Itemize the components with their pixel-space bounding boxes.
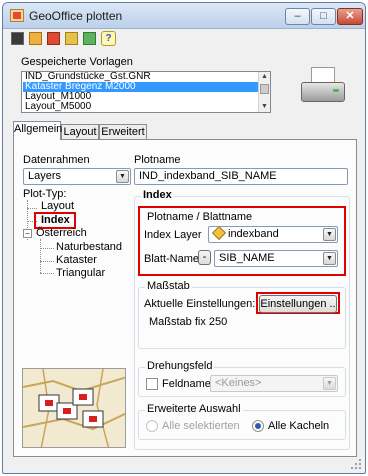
tree-item-kataster[interactable]: Kataster: [56, 254, 97, 266]
delete-layout-icon[interactable]: [29, 32, 42, 45]
feldname-checkbox[interactable]: [146, 378, 158, 390]
template-item[interactable]: Layout_M5000: [23, 102, 258, 112]
save-icon[interactable]: [11, 32, 24, 45]
index-layer-label: Index Layer: [144, 229, 202, 241]
alle-kacheln-label: Alle Kacheln: [268, 420, 330, 432]
massstab-scale-text: Maßstab fix 250: [149, 316, 228, 328]
massstab-title: Maßstab: [145, 280, 192, 292]
datenrahmen-value: Layers: [28, 170, 62, 182]
index-preview-map-icon: [23, 369, 125, 447]
index-layer-select[interactable]: indexband ▼: [208, 226, 338, 243]
auswahl-title: Erweiterte Auswahl: [145, 403, 243, 415]
refresh-icon[interactable]: [83, 32, 96, 45]
feldname-label: Feldname: [162, 378, 211, 390]
index-layer-value: indexband: [228, 228, 279, 240]
chevron-down-icon[interactable]: ▼: [323, 228, 336, 241]
close-button[interactable]: ✕: [337, 8, 363, 25]
window-title: GeoOffice plotten: [29, 9, 123, 23]
tree-item-layout[interactable]: Layout: [41, 200, 74, 212]
maximize-button[interactable]: □: [311, 8, 336, 25]
scroll-down-icon[interactable]: ▼: [259, 102, 270, 112]
templates-label: Gespeicherte Vorlagen: [21, 56, 133, 68]
plot-type-tree[interactable]: Layout Index − Österreich Naturbestand K…: [20, 196, 128, 364]
radio-alle-kacheln[interactable]: [252, 420, 264, 432]
scroll-thumb[interactable]: [260, 84, 269, 94]
datenrahmen-select[interactable]: Layers ▼: [23, 168, 131, 185]
datenrahmen-label: Datenrahmen: [23, 154, 90, 166]
minimize-button[interactable]: ‒: [285, 8, 310, 25]
tree-item-index[interactable]: Index: [41, 214, 70, 226]
radio-alle-selektierten[interactable]: [146, 420, 158, 432]
chevron-down-icon[interactable]: ▼: [116, 170, 129, 183]
blatt-name-label: Blatt-Name: [144, 253, 200, 265]
tab-panel-allgemein: Datenrahmen Layers ▼ Plot-Typ: Layout In…: [13, 139, 357, 457]
blatt-name-minus-button[interactable]: -: [198, 250, 211, 265]
chevron-down-icon[interactable]: ▼: [323, 377, 336, 390]
tree-item-naturbestand[interactable]: Naturbestand: [56, 241, 122, 253]
title-bar[interactable]: GeoOffice plotten ‒ □ ✕: [3, 3, 365, 29]
feldname-value: <Keines>: [215, 377, 262, 389]
plotname-group-title: Plotname / Blattname: [147, 211, 253, 223]
einstellungen-button[interactable]: Einstellungen ..: [259, 295, 337, 313]
template-icon[interactable]: [65, 32, 78, 45]
templates-listbox[interactable]: IND_Grundstücke_Gst.GNR Kataster Bregenz…: [21, 71, 271, 113]
print-layout-icon[interactable]: [47, 32, 60, 45]
plotname-label: Plotname: [134, 154, 181, 166]
app-icon: [10, 9, 24, 22]
index-preview-image: [22, 368, 126, 448]
printer-icon[interactable]: [301, 67, 345, 107]
resize-grip-icon[interactable]: [351, 459, 361, 469]
tab-layout[interactable]: Layout: [61, 124, 99, 139]
help-icon[interactable]: ?: [101, 31, 116, 46]
index-group-title: Index: [141, 189, 174, 201]
templates-scrollbar[interactable]: ▲ ▼: [258, 72, 270, 112]
tree-item-oesterreich[interactable]: Österreich: [36, 227, 87, 239]
chevron-down-icon[interactable]: ▼: [323, 252, 336, 265]
alle-selektierten-label: Alle selektierten: [162, 420, 240, 432]
tree-item-triangular[interactable]: Triangular: [56, 267, 105, 279]
tab-erweitert[interactable]: Erweitert: [99, 124, 147, 139]
plotname-input[interactable]: IND_indexband_SIB_NAME: [134, 168, 348, 185]
massstab-current-label: Aktuelle Einstellungen:: [144, 298, 256, 310]
tree-expand-icon[interactable]: −: [23, 229, 32, 238]
plot-dialog-window: GeoOffice plotten ‒ □ ✕ ? Gespeicherte V…: [2, 2, 366, 474]
blatt-name-value: SIB_NAME: [219, 252, 275, 264]
layer-icon: [211, 227, 227, 241]
tab-allgemein[interactable]: Allgemein: [13, 121, 62, 140]
drehungsfeld-title: Drehungsfeld: [145, 360, 215, 372]
blatt-name-select[interactable]: SIB_NAME ▼: [214, 250, 338, 267]
feldname-select[interactable]: <Keines> ▼: [210, 375, 338, 392]
scroll-up-icon[interactable]: ▲: [259, 72, 270, 82]
